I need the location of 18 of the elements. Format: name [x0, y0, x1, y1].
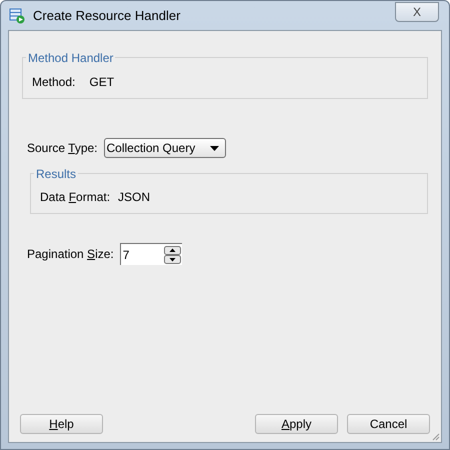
pagination-size-spinner[interactable]: 7 — [120, 243, 182, 265]
resize-grip-icon[interactable] — [431, 432, 440, 441]
method-label: Method: — [32, 74, 76, 91]
window-title: Create Resource Handler — [33, 6, 182, 25]
apply-button[interactable]: Apply — [255, 414, 338, 434]
source-type-dropdown[interactable]: Collection Query — [104, 138, 226, 158]
dropdown-arrow-icon — [210, 146, 218, 150]
data-format-label: Data Format: — [40, 188, 110, 206]
method-value: GET — [89, 74, 114, 91]
pagination-size-label: Pagination Size: — [27, 246, 114, 263]
data-format-value: JSON — [118, 188, 150, 206]
help-button[interactable]: Help — [20, 414, 103, 434]
close-button[interactable]: X — [395, 2, 439, 22]
source-type-label: Source Type: — [27, 140, 98, 157]
spin-down-icon[interactable] — [164, 254, 181, 264]
app-icon — [9, 8, 25, 24]
cancel-button[interactable]: Cancel — [347, 414, 430, 434]
spin-up-icon[interactable] — [164, 246, 181, 254]
